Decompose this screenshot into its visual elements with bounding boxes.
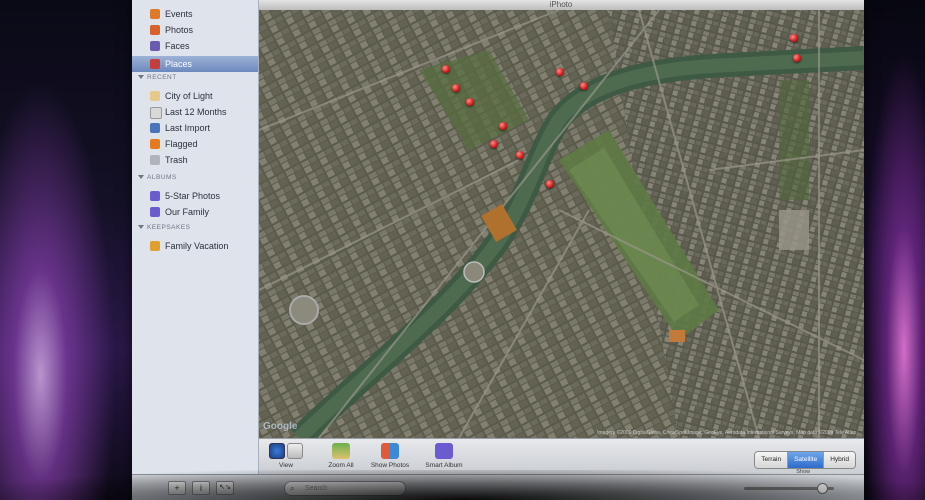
sidebar-item-label: Photos	[165, 25, 194, 35]
smart-album-icon	[435, 443, 453, 459]
photo-location-pin[interactable]	[442, 65, 450, 73]
fullscreen-button[interactable]: ↖↘	[216, 481, 234, 495]
map-type-selector: Terrain Satellite Hybrid	[754, 451, 856, 469]
events-icon	[150, 9, 160, 19]
event-icon	[150, 91, 160, 101]
source-list: Events Photos Faces Places RECENT City o…	[132, 0, 259, 474]
desktop-wallpaper-left	[0, 0, 135, 500]
smart-album-label: Smart Album	[425, 462, 463, 469]
flag-icon	[150, 139, 160, 149]
sidebar-item-family-vacation[interactable]: Family Vacation	[132, 238, 258, 254]
photo-location-pin[interactable]	[556, 68, 564, 76]
section-header-recent[interactable]: RECENT	[138, 72, 177, 84]
photo-location-pin[interactable]	[580, 82, 588, 90]
book-icon	[150, 241, 160, 251]
sidebar-item-last-import[interactable]: Last Import	[132, 120, 258, 136]
section-header-label: KEEPSAKES	[147, 224, 191, 231]
sidebar-item-photos[interactable]: Photos	[132, 22, 258, 38]
sidebar-item-label: City of Light	[165, 91, 213, 101]
bottom-bar: + i ↖↘ ⌕ Search	[132, 474, 864, 500]
add-button[interactable]: +	[168, 481, 186, 495]
sidebar-item-label: Events	[165, 9, 193, 19]
zoom-slider-knob[interactable]	[817, 483, 828, 494]
sidebar-item-label: Last Import	[165, 123, 211, 133]
sidebar-item-label: Flagged	[165, 139, 198, 149]
google-logo: Google	[263, 421, 298, 432]
places-icon	[150, 59, 160, 69]
desktop-wallpaper-right	[855, 0, 925, 500]
window-title: iPhoto	[258, 0, 864, 10]
faces-icon	[150, 41, 160, 51]
album-icon	[150, 207, 160, 217]
trash-icon	[150, 155, 160, 165]
photo-location-pin[interactable]	[490, 140, 498, 148]
disclosure-triangle-icon	[138, 225, 144, 230]
smart-album-button[interactable]: Smart Album	[421, 443, 467, 469]
sidebar-item-label: Family Vacation	[165, 241, 229, 251]
search-placeholder: Search	[305, 485, 328, 492]
sidebar-item-city-of-light[interactable]: City of Light	[132, 88, 258, 104]
photo-location-pin[interactable]	[452, 84, 460, 92]
sidebar-item-trash[interactable]: Trash	[132, 152, 258, 168]
sidebar-item-5-star-photos[interactable]: 5-Star Photos	[132, 188, 258, 204]
map-copyright: Imagery ©2009 DigitalGlobe, Cnes/Spot Im…	[597, 430, 856, 436]
smart-album-icon	[150, 191, 160, 201]
sidebar-item-label: Last 12 Months	[165, 107, 227, 117]
iphoto-window: iPhoto Events Photos Faces Places RECENT…	[132, 0, 864, 500]
photo-location-pin[interactable]	[466, 98, 474, 106]
section-header-keepsakes[interactable]: KEEPSAKES	[138, 222, 191, 234]
sidebar-item-label: Our Family	[165, 207, 210, 217]
map-type-satellite[interactable]: Satellite	[788, 452, 825, 468]
zoom-all-button[interactable]: Zoom All	[323, 443, 359, 469]
places-toolbar: View Zoom All Show Photos Smart Album Te…	[259, 438, 864, 475]
show-photos-button[interactable]: Show Photos	[367, 443, 413, 469]
calendar-icon	[150, 107, 162, 119]
show-photos-icon	[381, 443, 399, 459]
view-toggle-icon	[269, 443, 303, 459]
sidebar-item-faces[interactable]: Faces	[132, 38, 258, 54]
photos-icon	[150, 25, 160, 35]
sidebar-item-flagged[interactable]: Flagged	[132, 136, 258, 152]
sidebar-item-events[interactable]: Events	[132, 6, 258, 22]
section-header-albums[interactable]: ALBUMS	[138, 172, 177, 184]
satellite-map[interactable]: Google Imagery ©2009 DigitalGlobe, Cnes/…	[259, 10, 864, 438]
photo-location-pin[interactable]	[516, 151, 524, 159]
search-icon: ⌕	[290, 484, 295, 493]
map-type-terrain[interactable]: Terrain	[755, 452, 789, 468]
section-header-label: RECENT	[147, 74, 177, 81]
map-type-hybrid[interactable]: Hybrid	[824, 452, 855, 468]
photo-location-pin[interactable]	[546, 180, 554, 188]
info-button[interactable]: i	[192, 481, 210, 495]
import-icon	[150, 123, 160, 133]
sidebar-item-our-family[interactable]: Our Family	[132, 204, 258, 220]
zoom-all-icon	[332, 443, 350, 459]
photo-location-pin[interactable]	[499, 122, 507, 130]
view-button[interactable]: View	[267, 443, 305, 469]
photo-location-pin[interactable]	[790, 34, 798, 42]
section-header-label: ALBUMS	[147, 174, 177, 181]
disclosure-triangle-icon	[138, 75, 144, 80]
sidebar-item-last-12-months[interactable]: Last 12 Months	[132, 104, 258, 120]
disclosure-triangle-icon	[138, 175, 144, 180]
zoom-all-label: Zoom All	[328, 462, 354, 469]
sidebar-item-label: Trash	[165, 155, 188, 165]
photo-location-pin[interactable]	[793, 54, 801, 62]
show-photos-label: Show Photos	[370, 462, 410, 469]
sidebar-item-label: Faces	[165, 41, 190, 51]
sidebar-item-places[interactable]: Places	[132, 56, 258, 72]
search-field[interactable]: ⌕ Search	[284, 481, 406, 496]
sidebar-item-label: 5-Star Photos	[165, 191, 221, 201]
sidebar-item-label: Places	[165, 59, 193, 69]
view-label: View	[279, 462, 293, 469]
